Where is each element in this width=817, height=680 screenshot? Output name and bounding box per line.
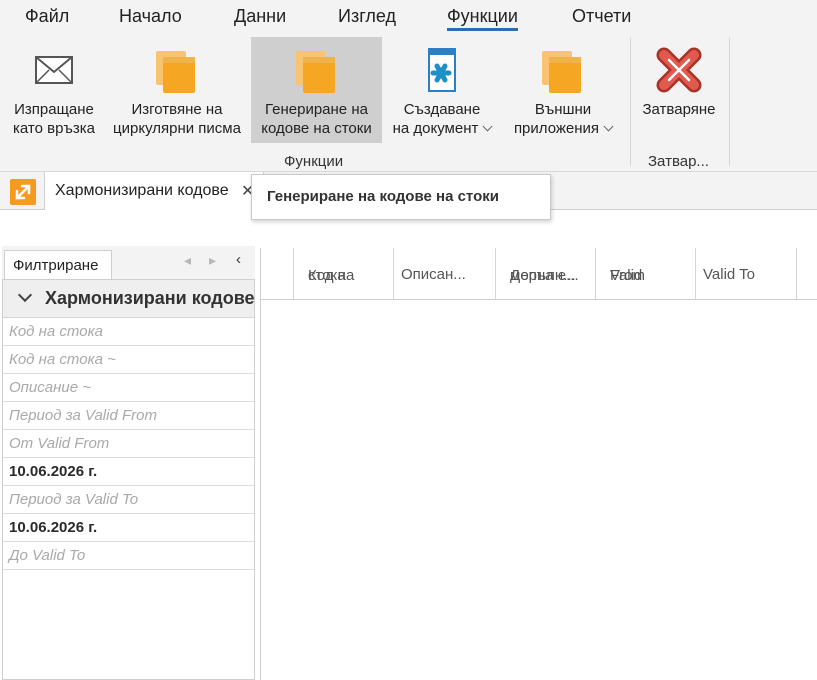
close-label: Затваряне [642,101,716,118]
column-header-item-code[interactable]: Код на стока [294,248,394,300]
filter-field-valid-to-end[interactable]: До Valid To [3,542,254,570]
external-apps-label-1: Външни [534,101,592,118]
column-header-valid-from[interactable]: Valid From [596,248,696,300]
menu-data[interactable]: Данни [234,6,286,27]
tab-harmonized-codes[interactable]: Хармонизирани кодове ✕ [44,172,264,210]
generate-item-codes-label-1: Генериране на [265,101,368,118]
filter-group-header[interactable]: Хармонизирани кодове [3,280,254,318]
column-header-additional-unit[interactable]: Допълн... мерна е... [496,248,596,300]
filter-field-valid-to-period[interactable]: Период за Valid To [3,486,254,514]
send-as-link-label-1: Изпращане [14,101,94,118]
column-header-indicator[interactable] [261,248,294,300]
send-as-link-button[interactable]: Изпращане като връзка [6,37,102,143]
generate-item-codes-button[interactable]: Генериране на кодове на стоки [251,37,382,143]
close-button[interactable]: Затваряне [636,37,722,143]
menu-file[interactable]: Файл [25,6,69,27]
column-header-valid-to[interactable]: Valid To [696,248,797,300]
filter-panel: Филтриране ◂ ▸ ‹ Хармонизирани кодове Ко… [2,246,255,680]
column-header-description[interactable]: Описан... [394,248,496,300]
group-label-close: Затвар... [648,153,709,170]
tab-label: Хармонизирани кодове [55,182,229,199]
group-label-functions: Функции [284,153,344,170]
create-document-label-1: Създаване [403,101,481,118]
column-label: Описан... [401,266,466,283]
create-document-button[interactable]: Създаване на документ [385,37,499,143]
scroll-right-icon[interactable]: ▸ [209,252,216,269]
filter-field-item-code-like[interactable]: Код на стока ~ [3,346,254,374]
create-document-label-2: на документ [392,120,479,137]
folder-icon [542,51,581,93]
external-apps-label-2: приложения [513,120,600,137]
filter-field-text: Код на стока [9,323,103,340]
ribbon: Изпращане като връзка Изготвяне на цирку… [0,34,817,172]
close-red-x-icon [656,47,702,93]
filter-field-text: Период за Valid From [9,407,157,424]
filter-field-valid-from-date[interactable]: 10.06.2026 г. [3,458,254,486]
filter-tab-label: Филтриране [13,257,99,274]
filter-field-text: 10.06.2026 г. [9,519,98,536]
data-grid: Код на стока Описан... Допълн... мерна е..… [260,248,817,680]
column-label: From [610,267,645,284]
collapse-panel-icon[interactable]: ‹ [236,251,241,268]
ribbon-separator [729,38,730,166]
column-label: Valid To [703,266,755,283]
menu-view[interactable]: Изглед [338,6,396,27]
external-apps-button[interactable]: Външни приложения [503,37,623,143]
filter-field-text: Описание ~ [9,379,91,396]
menu-functions[interactable]: Функции [447,6,518,31]
filter-field-valid-to-date[interactable]: 10.06.2026 г. [3,514,254,542]
column-label: мерна е... [510,267,579,284]
chevron-down-icon [482,121,493,132]
filter-field-valid-from-period[interactable]: Период за Valid From [3,402,254,430]
send-as-link-label-2: като връзка [13,120,95,137]
ribbon-separator [630,38,631,166]
filter-field-text: До Valid To [9,547,86,564]
column-label: стока [308,267,346,284]
filter-field-valid-from-start[interactable]: От Valid From [3,430,254,458]
filter-field-text: Код на стока ~ [9,351,116,368]
filter-field-text: От Valid From [9,435,110,452]
folder-icon [295,51,335,93]
envelope-icon [35,56,73,84]
mail-merge-label-1: Изготвяне на [131,101,223,118]
filter-field-item-code[interactable]: Код на стока [3,318,254,346]
chevron-down-icon [17,287,33,303]
filter-body: Хармонизирани кодове Код на стока Код на… [2,279,255,680]
tooltip-text: Генериране на кодове на стоки [267,188,499,205]
filter-field-text: Период за Valid To [9,491,139,508]
grid-header: Код на стока Описан... Допълн... мерна е..… [261,248,817,300]
mail-merge-button[interactable]: Изготвяне на циркулярни писма [106,37,248,143]
filter-group-title: Хармонизирани кодове [45,288,254,308]
generate-item-codes-label-2: кодове на стоки [261,120,372,137]
scroll-left-icon[interactable]: ◂ [184,252,191,269]
filter-field-text: 10.06.2026 г. [9,463,98,480]
tooltip: Генериране на кодове на стоки [251,174,551,220]
menu-reports[interactable]: Отчети [572,6,631,27]
folder-icon [156,51,195,93]
expand-arrows-icon[interactable] [10,179,36,205]
chevron-down-icon [603,121,614,132]
menu-bar: Файл Начало Данни Изглед Функции Отчети [0,0,817,34]
new-document-icon [428,48,456,92]
mail-merge-label-2: циркулярни писма [113,120,241,137]
filter-field-description-like[interactable]: Описание ~ [3,374,254,402]
filter-tab[interactable]: Филтриране [4,250,112,280]
menu-home[interactable]: Начало [119,6,182,27]
